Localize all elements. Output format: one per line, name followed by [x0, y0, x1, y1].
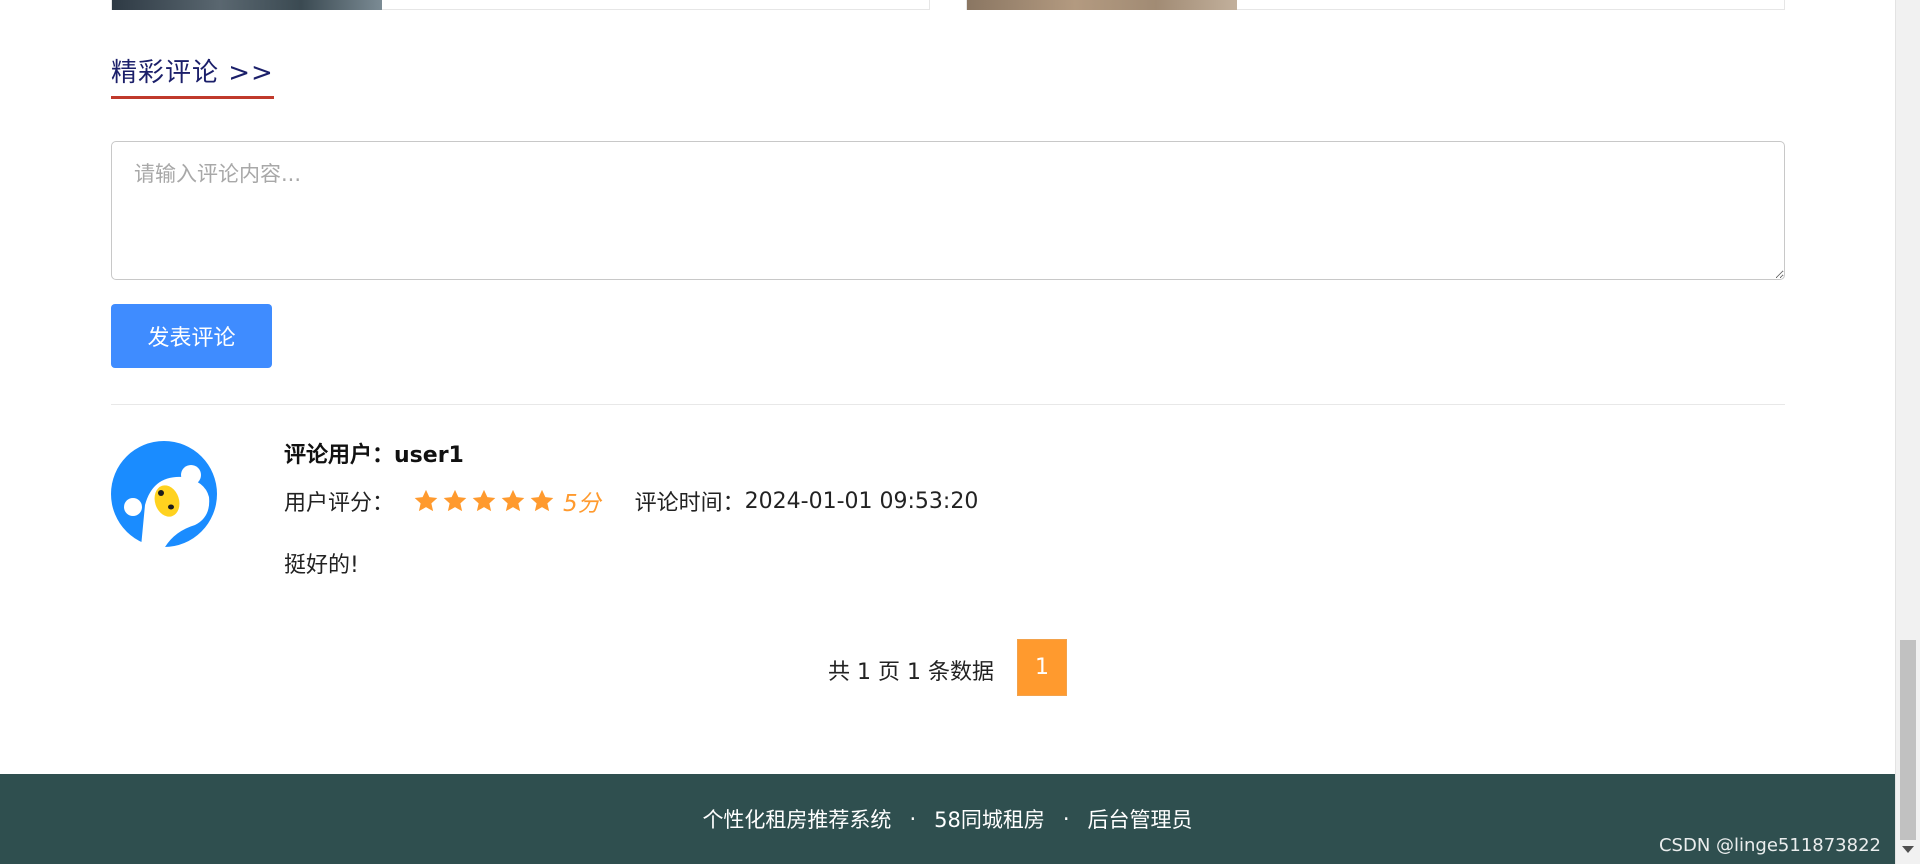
star-icon — [472, 489, 496, 512]
page: 精彩评论 >> 发表评论 评论用户：user1 用户评分： 5分 评论时间： 2… — [0, 0, 1895, 864]
scrollbar-thumb[interactable] — [1900, 640, 1916, 840]
star-icon — [443, 489, 467, 512]
footer-separator: · — [1062, 807, 1070, 831]
house-thumbnail[interactable] — [112, 0, 382, 10]
comment-text: 挺好的! — [284, 553, 359, 578]
footer-separator: · — [909, 807, 917, 831]
house-card-left[interactable] — [111, 0, 930, 10]
page-button-current[interactable]: 1 — [1017, 639, 1067, 696]
watermark: CSDN @linge511873822 — [1658, 835, 1881, 856]
comment-username: user1 — [394, 443, 464, 468]
star-icon — [501, 489, 525, 512]
footer-link-admin[interactable]: 后台管理员 — [1088, 804, 1193, 834]
footer: 个性化租房推荐系统 · 58同城租房 · 后台管理员 — [0, 774, 1895, 864]
house-thumbnail[interactable] — [967, 0, 1237, 10]
scrollbar[interactable] — [1895, 0, 1920, 864]
rating-stars — [412, 487, 557, 515]
scroll-down-arrow-icon[interactable] — [1902, 846, 1914, 853]
comment-time: 2024-01-01 09:53:20 — [744, 488, 979, 514]
star-icon — [414, 489, 438, 512]
comment-user-label: 评论用户： — [284, 443, 395, 468]
comment-input[interactable] — [111, 141, 1785, 280]
comment-meta: 用户评分： 5分 评论时间： 2024-01-01 09:53:20 — [284, 484, 978, 518]
comment-time-label: 评论时间： — [634, 491, 745, 516]
footer-link-58[interactable]: 58同城租房 — [934, 804, 1045, 834]
submit-comment-button[interactable]: 发表评论 — [111, 304, 272, 368]
bear-avatar-icon — [111, 441, 217, 547]
house-card-right[interactable] — [966, 0, 1785, 10]
comment-user: 评论用户：user1 — [284, 437, 464, 469]
footer-link-system[interactable]: 个性化租房推荐系统 — [702, 804, 891, 834]
avatar — [111, 441, 217, 547]
rating-label: 用户评分： — [284, 491, 395, 516]
section-title: 精彩评论 >> — [111, 56, 274, 99]
star-icon — [530, 489, 554, 512]
divider — [111, 404, 1785, 405]
pagination-info: 共 1 页 1 条数据 — [828, 660, 994, 685]
rating-score: 5分 — [563, 491, 601, 517]
